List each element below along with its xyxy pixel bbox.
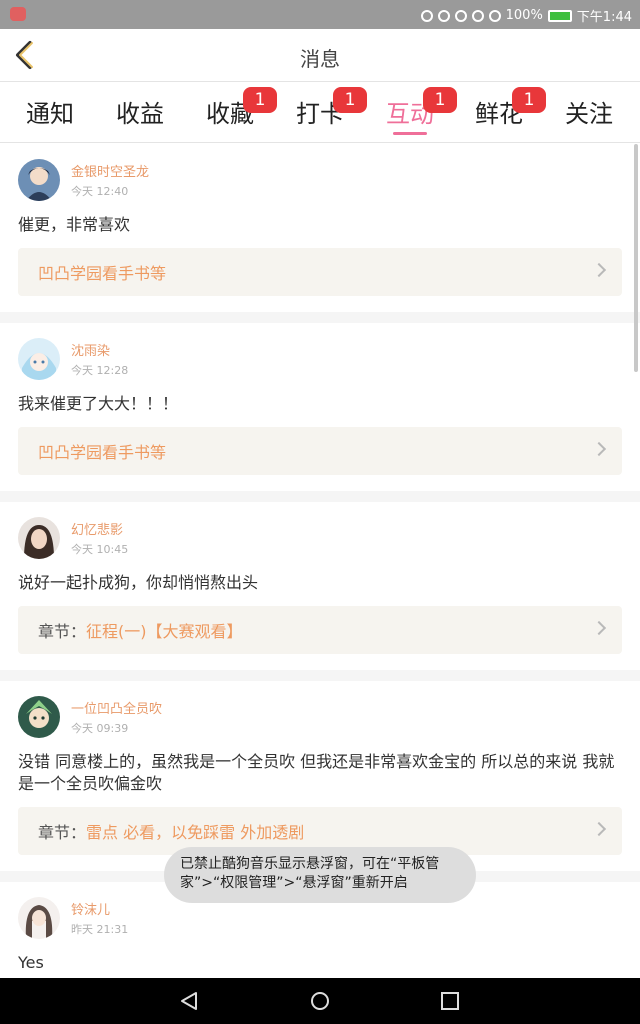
clock: 下午1:44 xyxy=(576,10,632,25)
comment-text: Yes xyxy=(18,953,44,972)
ref-prefix: 章节： xyxy=(38,823,87,842)
ref-title: 雷点 必看，以免踩雷 外加透剧 xyxy=(86,823,305,842)
unread-badge: 1 xyxy=(423,87,457,113)
chevron-right-icon xyxy=(591,441,607,457)
tab-favorites[interactable]: 收藏 1 xyxy=(195,87,277,129)
avatar[interactable] xyxy=(18,159,60,201)
referenced-work[interactable]: 章节： 征程(一)【大赛观看】 xyxy=(18,606,622,654)
tab-checkin[interactable]: 打卡 1 xyxy=(285,87,367,129)
tab-earnings[interactable]: 收益 xyxy=(105,94,175,129)
referenced-work[interactable]: 凹凸学园看手书等 xyxy=(18,248,622,296)
unread-badge: 1 xyxy=(333,87,367,113)
tab-notice[interactable]: 通知 xyxy=(15,94,85,129)
status-icons: 100% 下午1:44 xyxy=(420,6,632,25)
username[interactable]: 沈雨染 xyxy=(71,340,128,359)
tab-interaction[interactable]: 互动 1 xyxy=(375,87,457,135)
username[interactable]: 一位凹凸全员吹 xyxy=(71,698,162,717)
avatar[interactable] xyxy=(18,338,60,380)
chevron-right-icon xyxy=(591,821,607,837)
ref-title: 凹凸学园看手书等 xyxy=(38,264,167,283)
comment-text: 催更，非常喜欢 xyxy=(18,215,131,234)
scrollbar[interactable] xyxy=(634,144,638,372)
navigation-bar xyxy=(0,978,640,1024)
eye-icon xyxy=(471,9,484,22)
timestamp: 今天 12:28 xyxy=(71,364,129,377)
avatar[interactable] xyxy=(18,696,60,738)
location-icon xyxy=(437,9,450,22)
chevron-right-icon xyxy=(591,262,607,278)
timestamp: 今天 12:40 xyxy=(71,185,129,198)
tab-flowers[interactable]: 鲜花 1 xyxy=(464,87,546,129)
chevron-right-icon xyxy=(591,620,607,636)
header: 消息 xyxy=(0,29,640,81)
list-item: 金银时空圣龙 今天 12:40 催更，非常喜欢 凹凸学园看手书等 xyxy=(0,144,640,312)
ref-prefix: 章节： xyxy=(38,622,87,641)
avatar[interactable] xyxy=(18,517,60,559)
tab-follow[interactable]: 关注 xyxy=(554,94,624,129)
ref-title: 凹凸学园看手书等 xyxy=(38,443,167,462)
list-item: 沈雨染 今天 12:28 我来催更了大大！！！ 凹凸学园看手书等 xyxy=(0,323,640,491)
tab-underline xyxy=(393,132,427,135)
vibrate-icon xyxy=(454,9,467,22)
recents-square-icon[interactable] xyxy=(439,990,461,1012)
user-row[interactable]: 幻忆悲影 今天 10:45 xyxy=(18,516,622,560)
comment-text: 说好一起扑成狗，你却悄悄熬出头 xyxy=(18,573,259,592)
timestamp: 今天 10:45 xyxy=(71,543,129,556)
battery-percent: 100% xyxy=(505,8,543,23)
unread-badge: 1 xyxy=(512,87,546,113)
user-row[interactable]: 沈雨染 今天 12:28 xyxy=(18,337,622,381)
list-item: 一位凹凸全员吹 今天 09:39 没错 同意楼上的，虽然我是一个全员吹 但我还是… xyxy=(0,681,640,871)
tab-label: 收益 xyxy=(116,100,164,128)
app-notification-icon xyxy=(10,7,26,21)
toast-message: 已禁止酷狗音乐显示悬浮窗，可在“平板管家”>“权限管理”>“悬浮窗”重新开启 xyxy=(164,847,476,903)
status-bar: 100% 下午1:44 xyxy=(0,0,640,29)
user-row[interactable]: 金银时空圣龙 今天 12:40 xyxy=(18,158,622,202)
username[interactable]: 幻忆悲影 xyxy=(71,519,128,538)
list-item: 幻忆悲影 今天 10:45 说好一起扑成狗，你却悄悄熬出头 章节： 征程(一)【… xyxy=(0,502,640,670)
tab-bar: 通知 收益 收藏 1 打卡 1 互动 1 鲜花 1 关注 xyxy=(0,81,640,143)
wifi-icon xyxy=(488,9,501,22)
comment-text: 我来催更了大大！！！ xyxy=(18,394,179,413)
unread-badge: 1 xyxy=(243,87,277,113)
avatar[interactable] xyxy=(18,897,60,939)
ref-title: 征程(一)【大赛观看】 xyxy=(86,622,243,641)
timestamp: 今天 09:39 xyxy=(71,722,129,735)
tab-label: 通知 xyxy=(26,100,74,128)
referenced-work[interactable]: 凹凸学园看手书等 xyxy=(18,427,622,475)
home-circle-icon[interactable] xyxy=(309,990,331,1012)
username[interactable]: 金银时空圣龙 xyxy=(71,161,149,180)
headset-icon xyxy=(420,9,433,22)
timestamp: 昨天 21:31 xyxy=(71,923,129,936)
user-row[interactable]: 一位凹凸全员吹 今天 09:39 xyxy=(18,695,622,739)
page-title: 消息 xyxy=(300,47,340,71)
tab-label: 关注 xyxy=(565,100,613,128)
username[interactable]: 铃沫儿 xyxy=(71,899,128,918)
comment-text: 没错 同意楼上的，虽然我是一个全员吹 但我还是非常喜欢金宝的 所以总的来说 我就… xyxy=(18,752,615,793)
back-triangle-icon[interactable] xyxy=(178,990,200,1012)
battery-icon xyxy=(547,9,572,22)
